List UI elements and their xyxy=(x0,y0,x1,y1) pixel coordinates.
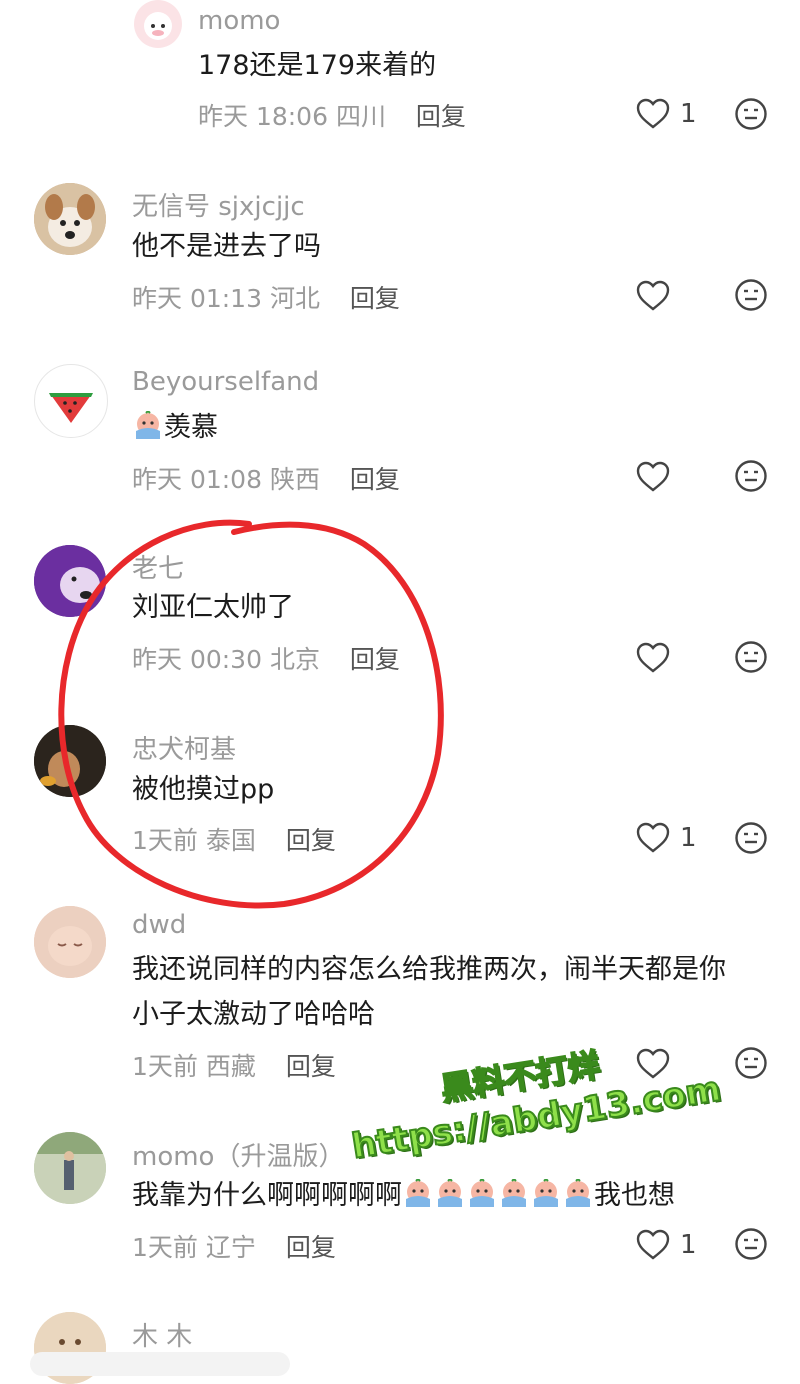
comment-region: 西藏 xyxy=(205,1052,256,1081)
reply-button[interactable]: 回复 xyxy=(350,645,400,674)
dog-photo-icon xyxy=(34,183,106,255)
avatar[interactable] xyxy=(134,0,182,48)
comment-author[interactable]: 忠犬柯基 xyxy=(132,729,236,766)
reply-button[interactable]: 回复 xyxy=(286,1233,336,1262)
comment-input-bar[interactable] xyxy=(30,1352,290,1376)
crying-emoji-icon xyxy=(502,1179,526,1207)
like-button[interactable]: 1 xyxy=(636,94,706,134)
comment-region: 泰国 xyxy=(205,826,256,855)
heart-icon xyxy=(636,642,670,673)
avatar[interactable] xyxy=(34,1132,106,1204)
comment-author[interactable]: momo xyxy=(198,6,280,36)
like-button[interactable] xyxy=(636,457,706,497)
avatar[interactable] xyxy=(34,906,106,978)
comment-author[interactable]: 木 木 xyxy=(132,1316,192,1353)
comment-time: 昨天 00:30 xyxy=(132,645,262,674)
dislike-face-icon[interactable] xyxy=(734,1046,768,1080)
avatar[interactable] xyxy=(34,725,106,797)
comment-text-content: 羡慕 xyxy=(164,412,218,443)
like-button[interactable]: 1 xyxy=(636,818,706,858)
watermelon-icon xyxy=(49,393,93,423)
like-count: 1 xyxy=(680,823,697,853)
crying-emoji-icon xyxy=(406,1179,430,1207)
comment-text: 178还是179来着的 xyxy=(198,50,437,81)
comment-text: 被他摸过pp xyxy=(132,774,275,805)
crying-emoji-icon xyxy=(438,1179,462,1207)
comment-region: 辽宁 xyxy=(205,1233,256,1262)
reply-button[interactable]: 回复 xyxy=(350,284,400,313)
like-button[interactable]: 1 xyxy=(636,1225,706,1265)
comment-author[interactable]: dwd xyxy=(132,910,186,940)
comment-text: 我靠为什么啊啊啊啊啊 我也想 xyxy=(132,1174,675,1218)
comment-author[interactable]: momo（升温版） xyxy=(132,1136,344,1173)
comment-text: 刘亚仁太帅了 xyxy=(132,592,294,623)
comment-author[interactable]: Beyourselfand xyxy=(132,367,319,397)
crying-emoji-icon xyxy=(534,1179,558,1207)
dislike-face-icon[interactable] xyxy=(734,821,768,855)
reply-button[interactable]: 回复 xyxy=(416,102,466,131)
dislike-face-icon[interactable] xyxy=(734,97,768,131)
like-count: 1 xyxy=(680,99,697,129)
comment-time: 1天前 xyxy=(132,1233,198,1262)
comment-region: 四川 xyxy=(335,102,386,131)
crying-emoji-icon xyxy=(566,1179,590,1207)
crying-emoji-icon xyxy=(136,411,160,439)
reply-button[interactable]: 回复 xyxy=(286,1052,336,1081)
cartoon-avatar-icon xyxy=(144,12,172,40)
reply-button[interactable]: 回复 xyxy=(350,465,400,494)
comment-region: 陕西 xyxy=(269,465,320,494)
reply-button[interactable]: 回复 xyxy=(286,826,336,855)
comment-region: 北京 xyxy=(269,645,320,674)
heart-icon xyxy=(636,1048,670,1079)
heart-icon xyxy=(636,1229,670,1260)
like-button[interactable] xyxy=(636,276,706,316)
dislike-face-icon[interactable] xyxy=(734,278,768,312)
heart-icon xyxy=(636,98,670,129)
comment-time: 昨天 18:06 xyxy=(198,102,328,131)
comment-region: 河北 xyxy=(269,284,320,313)
comment-time: 1天前 xyxy=(132,1052,198,1081)
avatar[interactable] xyxy=(34,545,106,617)
comment-meta: 1天前 西藏 回复 xyxy=(132,1047,336,1083)
dislike-face-icon[interactable] xyxy=(734,459,768,493)
heart-icon xyxy=(636,280,670,311)
heart-icon xyxy=(636,461,670,492)
comment-text-line-1: 我还说同样的内容怎么给我推两次，闹半天都是你 xyxy=(132,954,726,985)
comment-meta: 昨天 01:13 河北 回复 xyxy=(132,279,400,315)
comment-text: 他不是进去了吗 xyxy=(132,231,321,262)
dislike-face-icon[interactable] xyxy=(734,640,768,674)
street-photo-icon xyxy=(34,1132,106,1204)
like-button[interactable] xyxy=(636,638,706,678)
comment-meta: 1天前 泰国 回复 xyxy=(132,821,336,857)
comment-author[interactable]: 无信号 sjxjcjjc xyxy=(132,186,305,223)
baby-photo-icon xyxy=(34,906,106,978)
avatar[interactable] xyxy=(34,183,106,255)
comment-time: 1天前 xyxy=(132,826,198,855)
comment-text-before: 我靠为什么啊啊啊啊啊 xyxy=(132,1180,402,1211)
dislike-face-icon[interactable] xyxy=(734,1227,768,1261)
person-photo-icon xyxy=(34,725,106,797)
comment-meta: 昨天 18:06 四川 回复 xyxy=(198,97,466,133)
comment-text-line-2: 小子太激动了哈哈哈 xyxy=(132,999,375,1030)
crying-emoji-icon xyxy=(470,1179,494,1207)
comment-meta: 1天前 辽宁 回复 xyxy=(132,1228,336,1264)
heart-icon xyxy=(636,822,670,853)
comment-meta: 昨天 01:08 陕西 回复 xyxy=(132,460,400,496)
comment-text-after: 我也想 xyxy=(594,1180,675,1211)
comment-text: 羡慕 xyxy=(132,406,218,450)
comment-time: 昨天 01:13 xyxy=(132,284,262,313)
comment-meta: 昨天 00:30 北京 回复 xyxy=(132,640,400,676)
comment-author[interactable]: 老七 xyxy=(132,548,184,585)
avatar[interactable] xyxy=(34,364,108,438)
comment-time: 昨天 01:08 xyxy=(132,465,262,494)
like-count: 1 xyxy=(680,1230,697,1260)
dog-photo-icon xyxy=(34,545,106,617)
